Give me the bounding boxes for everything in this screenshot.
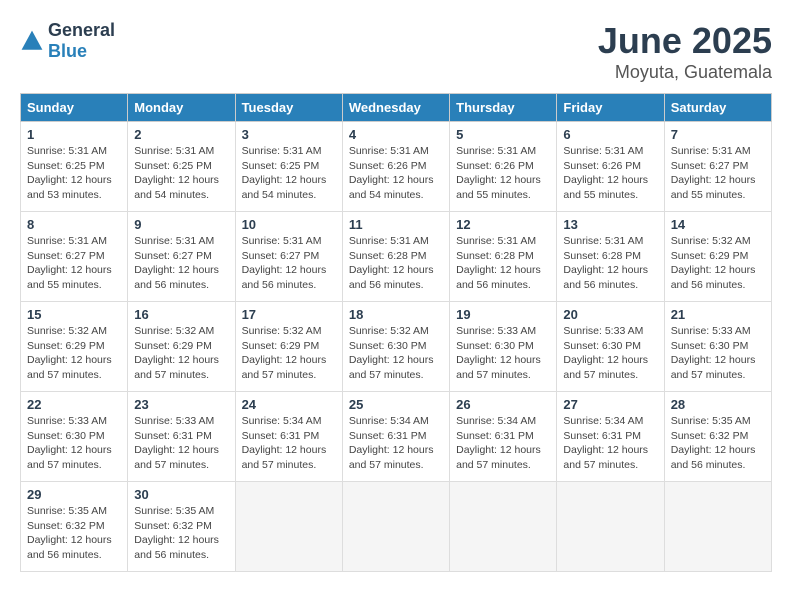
calendar-day-3: 3Sunrise: 5:31 AMSunset: 6:25 PMDaylight… [235, 122, 342, 212]
calendar-week-4: 22Sunrise: 5:33 AMSunset: 6:30 PMDayligh… [21, 392, 772, 482]
location-title: Moyuta, Guatemala [598, 62, 772, 83]
calendar-day-5: 5Sunrise: 5:31 AMSunset: 6:26 PMDaylight… [450, 122, 557, 212]
col-thursday: Thursday [450, 94, 557, 122]
calendar-day-empty [342, 482, 449, 572]
calendar-day-27: 27Sunrise: 5:34 AMSunset: 6:31 PMDayligh… [557, 392, 664, 482]
calendar-day-13: 13Sunrise: 5:31 AMSunset: 6:28 PMDayligh… [557, 212, 664, 302]
calendar-day-empty [664, 482, 771, 572]
calendar-day-22: 22Sunrise: 5:33 AMSunset: 6:30 PMDayligh… [21, 392, 128, 482]
col-monday: Monday [128, 94, 235, 122]
calendar-day-8: 8Sunrise: 5:31 AMSunset: 6:27 PMDaylight… [21, 212, 128, 302]
calendar-day-1: 1Sunrise: 5:31 AMSunset: 6:25 PMDaylight… [21, 122, 128, 212]
calendar-day-empty [450, 482, 557, 572]
calendar-day-30: 30Sunrise: 5:35 AMSunset: 6:32 PMDayligh… [128, 482, 235, 572]
calendar-day-2: 2Sunrise: 5:31 AMSunset: 6:25 PMDaylight… [128, 122, 235, 212]
calendar-day-26: 26Sunrise: 5:34 AMSunset: 6:31 PMDayligh… [450, 392, 557, 482]
calendar-day-15: 15Sunrise: 5:32 AMSunset: 6:29 PMDayligh… [21, 302, 128, 392]
calendar-week-5: 29Sunrise: 5:35 AMSunset: 6:32 PMDayligh… [21, 482, 772, 572]
logo-general: General [48, 20, 115, 40]
calendar-day-18: 18Sunrise: 5:32 AMSunset: 6:30 PMDayligh… [342, 302, 449, 392]
calendar-day-12: 12Sunrise: 5:31 AMSunset: 6:28 PMDayligh… [450, 212, 557, 302]
calendar-table: Sunday Monday Tuesday Wednesday Thursday… [20, 93, 772, 572]
logo-blue: Blue [48, 41, 87, 61]
calendar-week-1: 1Sunrise: 5:31 AMSunset: 6:25 PMDaylight… [21, 122, 772, 212]
calendar-day-21: 21Sunrise: 5:33 AMSunset: 6:30 PMDayligh… [664, 302, 771, 392]
col-saturday: Saturday [664, 94, 771, 122]
logo: General Blue [20, 20, 115, 62]
page-header: General Blue June 2025 Moyuta, Guatemala [20, 20, 772, 83]
title-area: June 2025 Moyuta, Guatemala [598, 20, 772, 83]
calendar-day-14: 14Sunrise: 5:32 AMSunset: 6:29 PMDayligh… [664, 212, 771, 302]
calendar-day-20: 20Sunrise: 5:33 AMSunset: 6:30 PMDayligh… [557, 302, 664, 392]
calendar-day-19: 19Sunrise: 5:33 AMSunset: 6:30 PMDayligh… [450, 302, 557, 392]
calendar-day-9: 9Sunrise: 5:31 AMSunset: 6:27 PMDaylight… [128, 212, 235, 302]
col-tuesday: Tuesday [235, 94, 342, 122]
calendar-day-7: 7Sunrise: 5:31 AMSunset: 6:27 PMDaylight… [664, 122, 771, 212]
calendar-day-17: 17Sunrise: 5:32 AMSunset: 6:29 PMDayligh… [235, 302, 342, 392]
calendar-day-empty [235, 482, 342, 572]
calendar-day-25: 25Sunrise: 5:34 AMSunset: 6:31 PMDayligh… [342, 392, 449, 482]
calendar-day-6: 6Sunrise: 5:31 AMSunset: 6:26 PMDaylight… [557, 122, 664, 212]
calendar-day-10: 10Sunrise: 5:31 AMSunset: 6:27 PMDayligh… [235, 212, 342, 302]
calendar-day-16: 16Sunrise: 5:32 AMSunset: 6:29 PMDayligh… [128, 302, 235, 392]
calendar-day-23: 23Sunrise: 5:33 AMSunset: 6:31 PMDayligh… [128, 392, 235, 482]
calendar-day-empty [557, 482, 664, 572]
col-sunday: Sunday [21, 94, 128, 122]
logo-text: General Blue [48, 20, 115, 62]
col-friday: Friday [557, 94, 664, 122]
calendar-day-4: 4Sunrise: 5:31 AMSunset: 6:26 PMDaylight… [342, 122, 449, 212]
calendar-day-29: 29Sunrise: 5:35 AMSunset: 6:32 PMDayligh… [21, 482, 128, 572]
calendar-day-28: 28Sunrise: 5:35 AMSunset: 6:32 PMDayligh… [664, 392, 771, 482]
calendar-day-24: 24Sunrise: 5:34 AMSunset: 6:31 PMDayligh… [235, 392, 342, 482]
calendar-day-11: 11Sunrise: 5:31 AMSunset: 6:28 PMDayligh… [342, 212, 449, 302]
calendar-week-3: 15Sunrise: 5:32 AMSunset: 6:29 PMDayligh… [21, 302, 772, 392]
calendar-header-row: Sunday Monday Tuesday Wednesday Thursday… [21, 94, 772, 122]
logo-icon [20, 29, 44, 53]
month-title: June 2025 [598, 20, 772, 62]
col-wednesday: Wednesday [342, 94, 449, 122]
calendar-week-2: 8Sunrise: 5:31 AMSunset: 6:27 PMDaylight… [21, 212, 772, 302]
